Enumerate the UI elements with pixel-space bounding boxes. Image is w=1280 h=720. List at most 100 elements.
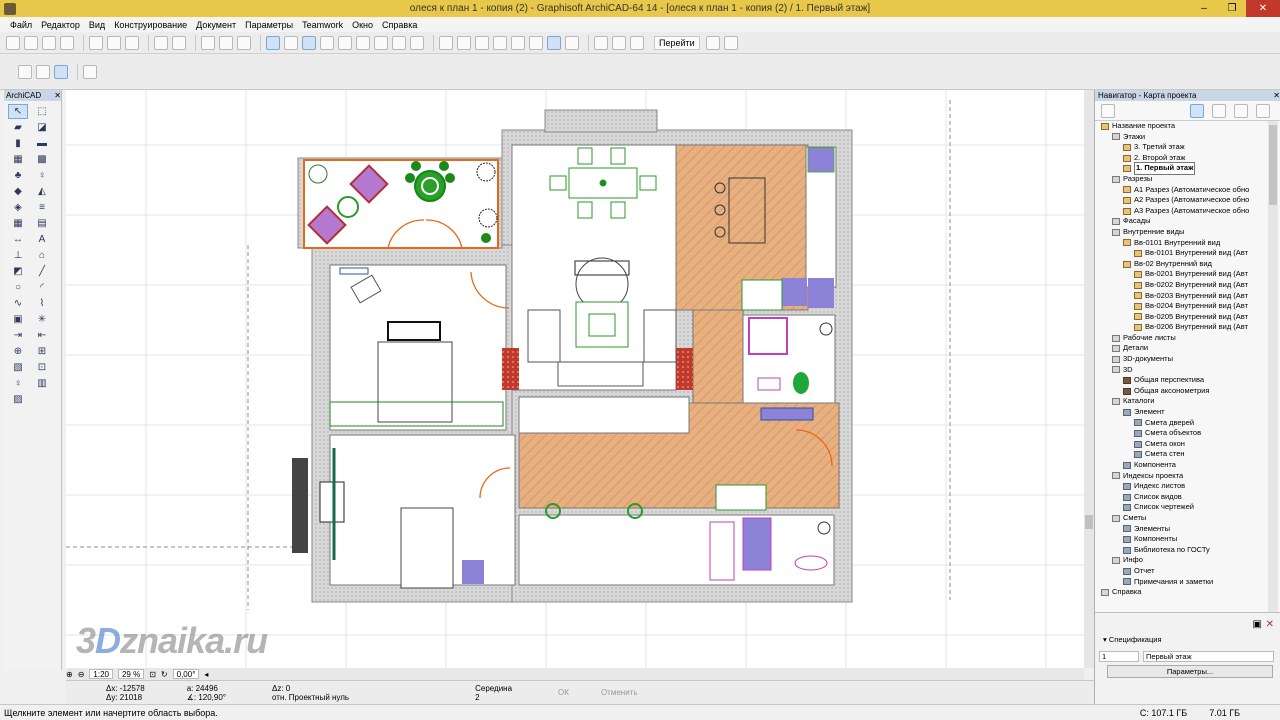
tree-item[interactable]: Вв-0205 Внутренний вид (Авт bbox=[1099, 312, 1266, 323]
spline-tool-icon[interactable]: ∿ bbox=[8, 296, 28, 311]
elevate-icon[interactable] bbox=[374, 35, 388, 50]
rotate-icon[interactable]: ↻ bbox=[161, 670, 168, 679]
menu-options[interactable]: Параметры bbox=[245, 20, 293, 30]
tree-item[interactable]: Смета дверей bbox=[1099, 418, 1266, 429]
detail-tool-icon[interactable]: ⊕ bbox=[8, 344, 28, 359]
window-tool-icon[interactable]: ▦ bbox=[8, 152, 28, 167]
tree-item[interactable]: Вв-0201 Внутренний вид (Авт bbox=[1099, 269, 1266, 280]
worksheet-tool-icon[interactable]: ⊞ bbox=[32, 344, 52, 359]
close-button[interactable]: ✕ bbox=[1246, 0, 1280, 17]
pen-icon[interactable] bbox=[565, 35, 579, 50]
tree-item[interactable]: Вв-0101 Внутренний вид (Авт bbox=[1099, 248, 1266, 259]
level-dim-tool-icon[interactable]: ⊥ bbox=[8, 248, 28, 263]
tree-item[interactable]: Библиотека по ГОСТу bbox=[1099, 545, 1266, 556]
arrow-cursor-icon[interactable] bbox=[83, 64, 97, 79]
tree-item[interactable]: Общая аксонометрия bbox=[1099, 386, 1266, 397]
tree-item[interactable]: Компоненты bbox=[1099, 534, 1266, 545]
menu-window[interactable]: Окно bbox=[352, 20, 373, 30]
project-map-icon[interactable] bbox=[1190, 103, 1204, 118]
tree-item[interactable]: Этажи bbox=[1099, 132, 1266, 143]
snap-mode[interactable]: Середина bbox=[475, 684, 512, 693]
drawing-tool-icon[interactable]: ♀ bbox=[8, 376, 28, 391]
person-icon[interactable] bbox=[723, 35, 738, 50]
dy-value[interactable]: Δy: 21018 bbox=[106, 693, 145, 702]
floor-plan-canvas[interactable] bbox=[66, 90, 1084, 668]
gravity-icon[interactable] bbox=[302, 35, 316, 50]
tree-item[interactable]: Инфо bbox=[1099, 555, 1266, 566]
tree-item[interactable]: A1 Разрез (Автоматическое обно bbox=[1099, 185, 1266, 196]
tree-item[interactable]: Вв-0101 Внутренний вид bbox=[1099, 238, 1266, 249]
palette-close-icon[interactable]: ✕ bbox=[54, 91, 61, 100]
menu-teamwork[interactable]: Teamwork bbox=[302, 20, 343, 30]
mesh-tool-icon[interactable]: ▦ bbox=[8, 216, 28, 231]
parameters-button[interactable]: Параметры... bbox=[1107, 665, 1273, 678]
tree-item[interactable]: 1. Первый этаж bbox=[1099, 162, 1266, 175]
circle-tool-icon[interactable]: ○ bbox=[8, 280, 28, 295]
open-file-icon[interactable] bbox=[24, 35, 38, 50]
tree-item[interactable]: Индекс листов bbox=[1099, 481, 1266, 492]
fill-tool-icon[interactable]: ◩ bbox=[8, 264, 28, 279]
zoom-out-icon[interactable]: ⊖ bbox=[78, 670, 85, 679]
copy-icon[interactable] bbox=[107, 35, 121, 50]
adjust-icon[interactable] bbox=[457, 35, 471, 50]
find-select-icon[interactable] bbox=[201, 35, 215, 50]
tree-item[interactable]: Общая перспектива bbox=[1099, 375, 1266, 386]
tree-item[interactable]: Примечания и заметки bbox=[1099, 577, 1266, 588]
suspend-groups-icon[interactable] bbox=[266, 35, 280, 50]
navigator-options-icon[interactable] bbox=[1101, 103, 1115, 118]
layout-icon[interactable] bbox=[630, 35, 644, 50]
redo-icon[interactable] bbox=[172, 35, 186, 50]
section-tool-icon[interactable]: ⇥ bbox=[8, 328, 28, 343]
close-x-icon[interactable] bbox=[410, 35, 424, 50]
text-tool-icon[interactable]: A bbox=[32, 232, 52, 247]
tree-item[interactable]: Разрезы bbox=[1099, 174, 1266, 185]
magic-wand-icon[interactable] bbox=[284, 35, 298, 50]
navigator-close-icon[interactable]: ✕ bbox=[1273, 91, 1280, 100]
tree-item[interactable]: Вв-02 Внутренний вид bbox=[1099, 259, 1266, 270]
tree-item[interactable]: Вв-0202 Внутренний вид (Авт bbox=[1099, 280, 1266, 291]
elevation-tool-icon[interactable]: ⇤ bbox=[32, 328, 52, 343]
line-tool-icon[interactable]: ╱ bbox=[32, 264, 52, 279]
object-tool-icon[interactable]: ♣ bbox=[8, 168, 28, 183]
tree-item[interactable]: Рабочие листы bbox=[1099, 333, 1266, 344]
display-options-icon[interactable] bbox=[612, 35, 626, 50]
layer-icon[interactable] bbox=[547, 35, 561, 50]
tree-item[interactable]: 3D-документы bbox=[1099, 354, 1266, 365]
beam-tool-icon[interactable]: ▬ bbox=[32, 136, 52, 151]
tree-item[interactable]: A3 Разрез (Автоматическое обно bbox=[1099, 206, 1266, 217]
grid-snap-icon[interactable] bbox=[320, 35, 334, 50]
project-tree[interactable]: Название проекта Этажи 3. Третий этаж 2. Вт… bbox=[1099, 121, 1266, 685]
inject-icon[interactable] bbox=[237, 35, 251, 50]
paste-icon[interactable] bbox=[125, 35, 139, 50]
tree-item[interactable]: Элемент bbox=[1099, 407, 1266, 418]
figure-tool-icon[interactable]: ▣ bbox=[8, 312, 28, 327]
curtain-wall-tool-icon[interactable]: ▨ bbox=[8, 392, 28, 407]
hotspot-tool-icon[interactable]: ✳ bbox=[32, 312, 52, 327]
view-map-icon[interactable] bbox=[1212, 103, 1226, 118]
label-tool-icon[interactable]: ⌂ bbox=[32, 248, 52, 263]
drag-icon[interactable] bbox=[392, 35, 406, 50]
goto-button[interactable]: Перейти bbox=[654, 35, 700, 50]
angle-field[interactable]: 0,00° bbox=[172, 669, 200, 679]
tree-item[interactable]: 3. Третий этаж bbox=[1099, 142, 1266, 153]
tree-item[interactable]: Смета объектов bbox=[1099, 428, 1266, 439]
angle-value[interactable]: ∡: 120,90° bbox=[187, 693, 226, 702]
navigator-scrollbar[interactable] bbox=[1268, 121, 1278, 697]
menu-edit[interactable]: Редактор bbox=[41, 20, 80, 30]
tree-item[interactable]: Компонента bbox=[1099, 460, 1266, 471]
canvas-vertical-scrollbar[interactable] bbox=[1084, 90, 1094, 668]
fillet-icon[interactable] bbox=[493, 35, 507, 50]
arc-tool-icon[interactable]: ◜ bbox=[32, 280, 52, 295]
camera-tool-icon[interactable]: ▧ bbox=[8, 360, 28, 375]
column-tool-icon[interactable]: ▮ bbox=[8, 136, 28, 151]
distance-value[interactable]: a: 24496 bbox=[187, 684, 226, 693]
menu-file[interactable]: Файл bbox=[10, 20, 32, 30]
align-icon[interactable] bbox=[338, 35, 352, 50]
tree-item[interactable]: Смета окон bbox=[1099, 439, 1266, 450]
tree-item[interactable]: Отчет bbox=[1099, 566, 1266, 577]
tree-item[interactable]: Фасады bbox=[1099, 216, 1266, 227]
tree-item[interactable]: 3D bbox=[1099, 365, 1266, 376]
cut-icon[interactable] bbox=[89, 35, 103, 50]
hscroll-left-icon[interactable]: ◂ bbox=[204, 670, 208, 679]
tree-item[interactable]: Список видов bbox=[1099, 492, 1266, 503]
